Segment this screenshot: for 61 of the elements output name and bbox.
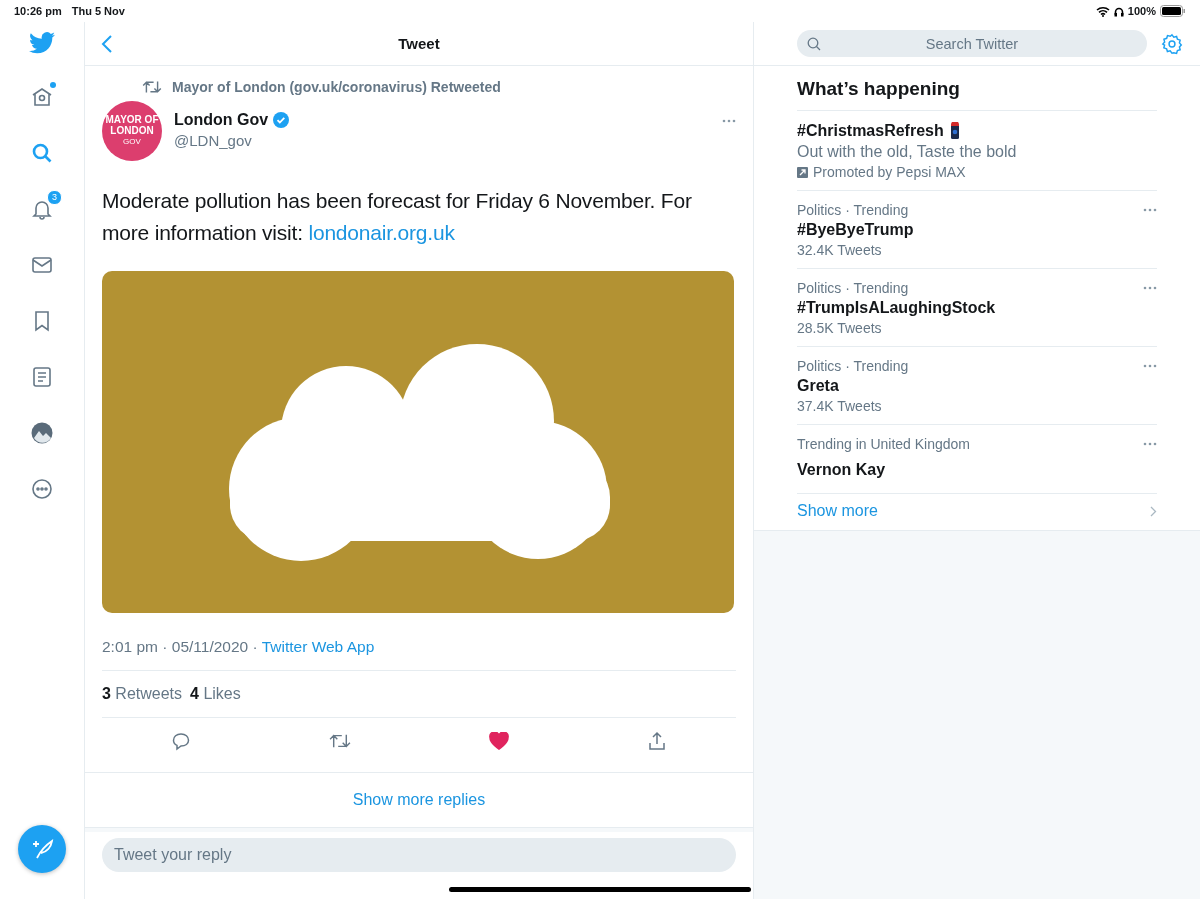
stat-count[interactable]: 4 Likes — [190, 685, 241, 703]
trend-context: Politics · Trending — [797, 280, 909, 296]
trend-item[interactable]: Politics · Trending Greta 37.4K Tweets — [797, 347, 1157, 425]
trend-name: #ByeByeTrump — [797, 221, 915, 239]
trend-context: Trending in United Kingdom — [797, 436, 971, 452]
search-icon — [807, 37, 821, 51]
compose-button[interactable] — [18, 825, 66, 873]
profile-avatar[interactable] — [31, 422, 53, 444]
stat-count[interactable]: 3 Retweets — [102, 685, 183, 703]
search-icon[interactable] — [30, 141, 54, 165]
header-title: Tweet — [398, 35, 440, 52]
status-time: 10:26 pm — [14, 5, 62, 17]
tweet-text: Moderate pollution has been forecast for Friday 6 November. For more information visit: londonair.org.uk — [102, 188, 693, 246]
trends-title: What’s happening — [797, 78, 960, 99]
reply-input-field[interactable]: Tweet your reply — [102, 838, 736, 872]
soda-can-icon — [949, 122, 960, 140]
notification-badge: 3 — [47, 190, 62, 205]
trend-context: Politics · Trending — [797, 202, 909, 218]
retweet-icon — [142, 79, 162, 95]
tweet-count: 37.4K Tweets — [797, 398, 883, 414]
home-icon[interactable] — [30, 85, 54, 109]
battery-percent: 100% — [1127, 5, 1156, 17]
wifi-icon — [1095, 5, 1110, 17]
bird-logo-icon[interactable] — [29, 32, 55, 54]
tweet-count: 28.5K Tweets — [797, 320, 883, 336]
author-name: London Gov — [174, 111, 269, 129]
settings-icon[interactable] — [1161, 32, 1183, 55]
trend-description: Out with the old, Taste the bold — [797, 143, 1018, 161]
retweet-icon[interactable] — [329, 732, 351, 750]
trend-name: #TrumpIsALaughingStock — [797, 299, 997, 317]
more-options-icon[interactable] — [722, 119, 736, 123]
trend-name: Greta — [797, 377, 840, 395]
promoted-icon — [797, 166, 808, 178]
list-icon[interactable] — [30, 365, 54, 389]
author-handle: @LDN_gov — [174, 132, 253, 149]
trend-name: Vernon Kay — [797, 461, 887, 479]
search-field[interactable]: Search Twitter — [797, 30, 1147, 57]
trend-item[interactable]: Politics · Trending #ByeByeTrump 32.4K Tweets — [797, 191, 1157, 269]
tweet-count: 32.4K Tweets — [797, 242, 883, 258]
promoted-by: Promoted by Pepsi MAX — [813, 164, 966, 180]
status-date: Thu 5 Nov — [71, 5, 125, 17]
reply-icon[interactable] — [171, 731, 191, 751]
more-options-icon[interactable] — [1143, 208, 1157, 212]
more-options-icon[interactable] — [1143, 442, 1157, 446]
chevron-right-icon — [1150, 505, 1157, 517]
more-options-icon[interactable] — [1143, 364, 1157, 368]
more-options-icon[interactable] — [1143, 286, 1157, 290]
heart-icon[interactable] — [489, 732, 509, 750]
tweet-timestamp: 2:01 pm · 05/11/2020 · — [102, 638, 259, 655]
account-avatar[interactable]: MAYOR OF LONDON GOV — [102, 101, 162, 161]
battery-icon — [1160, 5, 1186, 17]
trend-item[interactable]: Politics · Trending #TrumpIsALaughingStock 28.5K Tweets — [797, 269, 1157, 347]
trend-item[interactable]: #ChristmasRefresh Out with the old, Taste the bold Promoted by Pepsi MAX — [797, 111, 1157, 191]
share-icon[interactable] — [647, 731, 667, 751]
more-icon[interactable] — [30, 477, 54, 501]
retweeted-by: Mayor of London (gov.uk/coronavirus) Retweeted — [172, 79, 501, 95]
trend-item[interactable]: Trending in United Kingdom Vernon Kay — [797, 425, 1157, 494]
trend-context: Politics · Trending — [797, 358, 909, 374]
headphones-icon — [1113, 5, 1124, 17]
back-icon[interactable] — [101, 33, 113, 54]
trend-name: #ChristmasRefresh — [797, 122, 944, 140]
